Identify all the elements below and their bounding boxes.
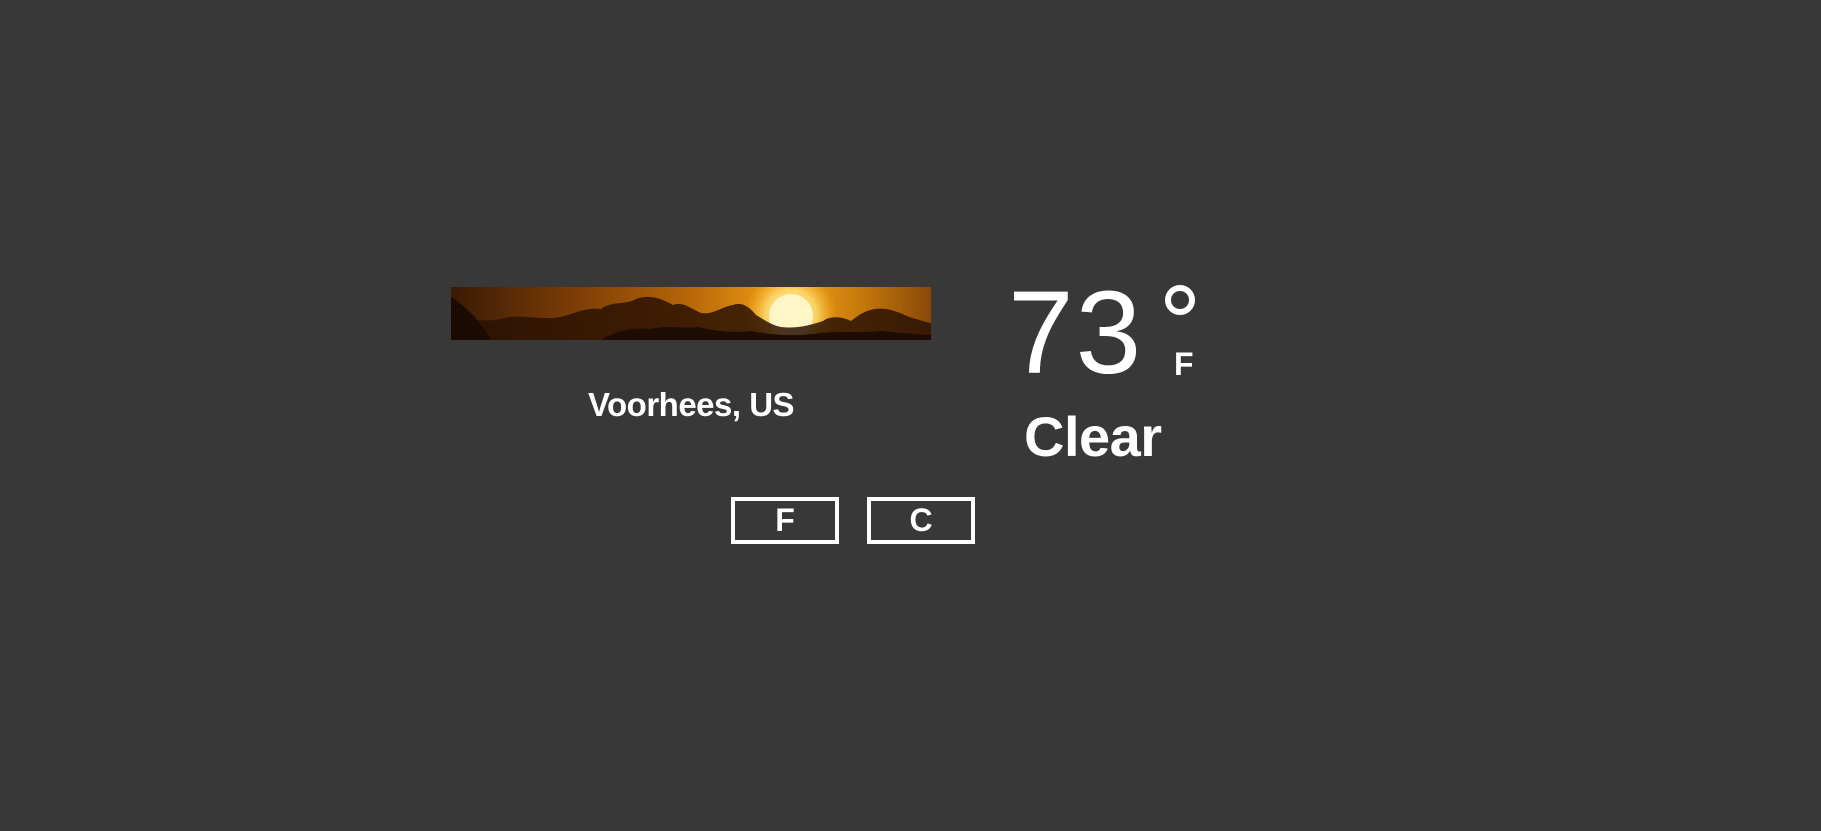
weather-app: Voorhees, US 73 F Clear F C [0, 0, 1821, 831]
temperature-value: 73 [1008, 267, 1144, 399]
fahrenheit-button[interactable]: F [731, 497, 839, 544]
sunset-banner-image [451, 287, 931, 340]
temperature-unit-label: F [1174, 346, 1194, 382]
weather-condition: Clear [1024, 405, 1162, 468]
celsius-button[interactable]: C [867, 497, 975, 544]
location-label: Voorhees, US [587, 386, 795, 423]
degree-symbol-icon [1165, 285, 1195, 315]
